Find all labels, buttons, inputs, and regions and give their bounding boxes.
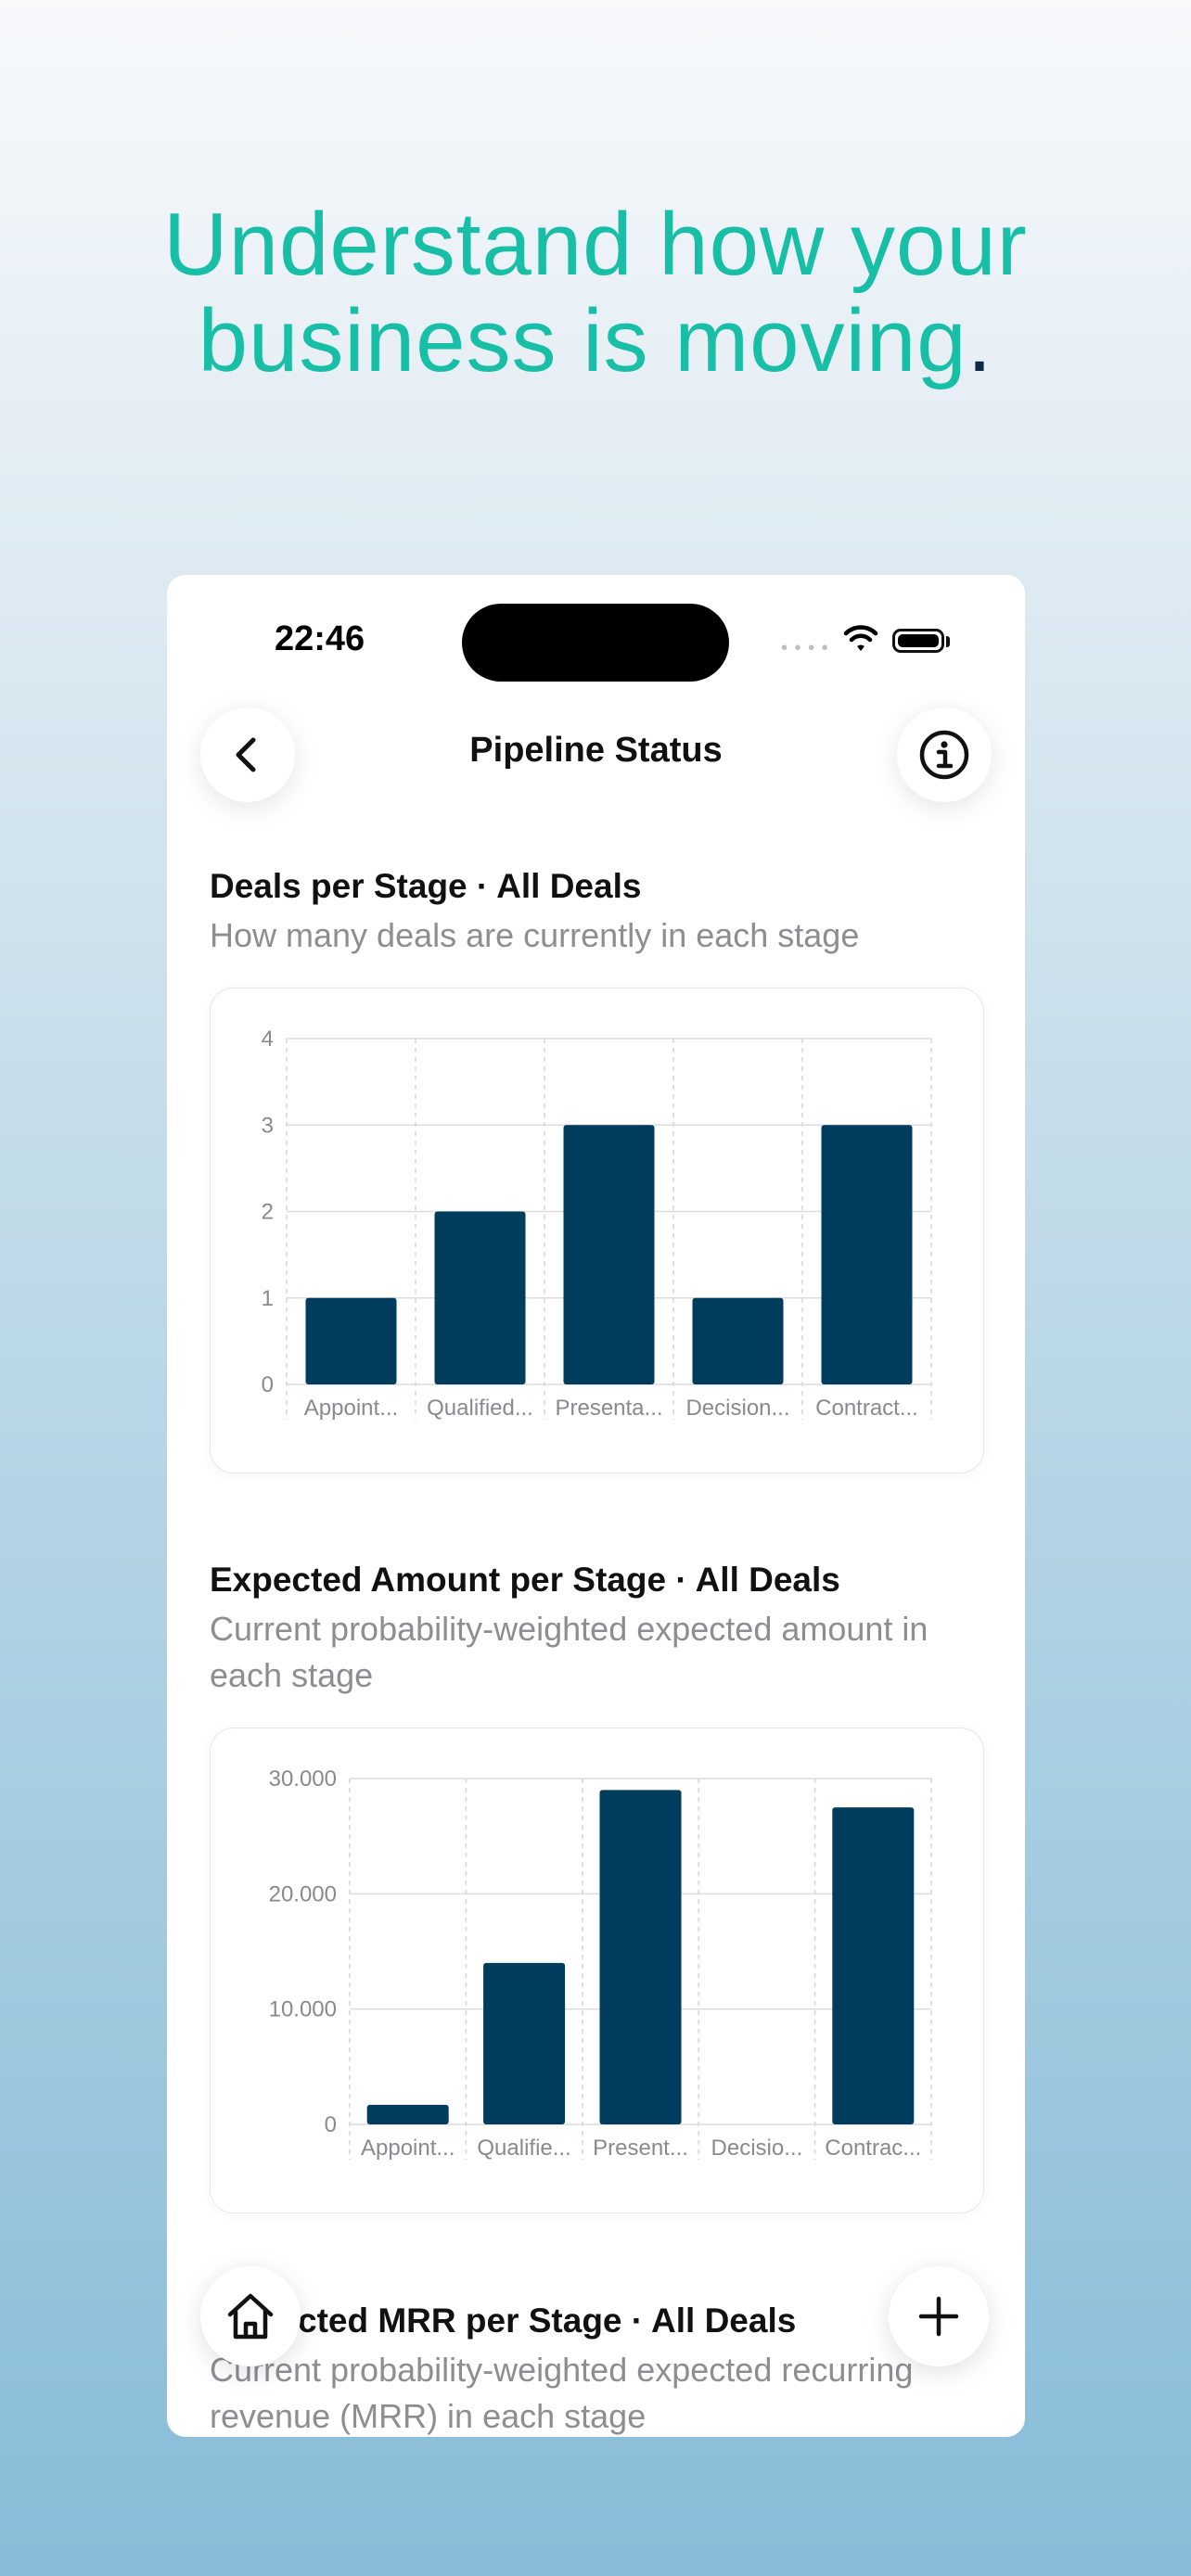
y-tick-label: 2 (262, 1200, 274, 1225)
section-title-expected-amount: Expected Amount per Stage · All Deals (210, 1561, 840, 1599)
plus-icon (918, 2296, 959, 2337)
signal-dots-icon: • • • • (781, 638, 829, 658)
headline-line-2-text: business is moving (198, 291, 967, 390)
headline-period: . (967, 291, 993, 390)
x-category-label: Presenta... (555, 1396, 662, 1421)
x-category-label: Appoint... (304, 1396, 398, 1421)
bar-2[interactable] (563, 1125, 655, 1384)
x-category-label: Contrac... (825, 2136, 921, 2161)
x-category-label: Decisio... (711, 2136, 803, 2161)
bar-0[interactable] (305, 1297, 397, 1384)
y-tick-label: 20.000 (269, 1881, 337, 1906)
info-icon (919, 730, 969, 780)
dynamic-island (462, 604, 729, 682)
headline-line-2: business is moving. (0, 293, 1191, 389)
section-title-deals-per-stage: Deals per Stage · All Deals (210, 867, 642, 905)
wifi-icon (843, 625, 878, 651)
bar-4[interactable] (821, 1125, 913, 1384)
bar-4[interactable] (832, 1807, 915, 2124)
chart-card-expected-amount: 0 10.000 20.000 30.000 Appoint... Qualifie...… (210, 1728, 984, 2213)
section-title-expected-mrr: cted MRR per Stage · All Deals (298, 2302, 797, 2340)
deals-per-stage-chart: 0 1 2 3 4 Appoint... Qualified... Presenta... De… (262, 1027, 932, 1421)
y-tick-label: 10.000 (269, 1997, 337, 2022)
y-tick-label: 4 (262, 1027, 274, 1052)
bar-0[interactable] (366, 2104, 449, 2124)
y-tick-label: 0 (262, 1372, 274, 1397)
add-button[interactable] (889, 2266, 989, 2366)
expected-amount-chart: 0 10.000 20.000 30.000 Appoint... Qualifie...… (269, 1766, 932, 2161)
phone-screen: 22:46 • • • • Pipeline Status Deals per … (167, 575, 1025, 2437)
bar-2[interactable] (599, 1790, 682, 2124)
headline-line-1: Understand how your (163, 195, 1028, 294)
bar-3[interactable] (692, 1297, 784, 1384)
battery-tip (946, 636, 950, 647)
status-icons: • • • • (781, 623, 957, 660)
chart-card-deals-per-stage: 0 1 2 3 4 Appoint... Qualified... Presenta... De… (210, 988, 984, 1473)
x-category-label: Decision... (685, 1396, 789, 1421)
y-tick-label: 30.000 (269, 1766, 337, 1792)
bar-1[interactable] (434, 1211, 526, 1385)
headline: Understand how your business is moving. (0, 197, 1191, 389)
x-category-label: Qualifie... (477, 2136, 570, 2161)
home-button[interactable] (200, 2266, 301, 2366)
section-subtitle-expected-amount: Current probability-weighted expected am… (210, 1610, 928, 1694)
y-tick-label: 1 (262, 1286, 274, 1311)
bar-1[interactable] (483, 1962, 566, 2124)
y-tick-label: 3 (262, 1113, 274, 1138)
section-subtitle-deals-per-stage: How many deals are currently in each sta… (210, 916, 860, 954)
x-category-label: Appoint... (361, 2136, 455, 2161)
section-subtitle-expected-mrr: Current probability-weighted expected re… (210, 2351, 914, 2435)
home-icon (227, 2293, 274, 2340)
battery-icon (892, 629, 944, 653)
x-category-label: Contract... (815, 1396, 918, 1421)
info-button[interactable] (897, 708, 992, 802)
status-time: 22:46 (275, 619, 365, 658)
x-category-label: Present... (593, 2136, 688, 2161)
y-tick-label: 0 (325, 2112, 337, 2137)
x-category-label: Qualified... (427, 1396, 533, 1421)
